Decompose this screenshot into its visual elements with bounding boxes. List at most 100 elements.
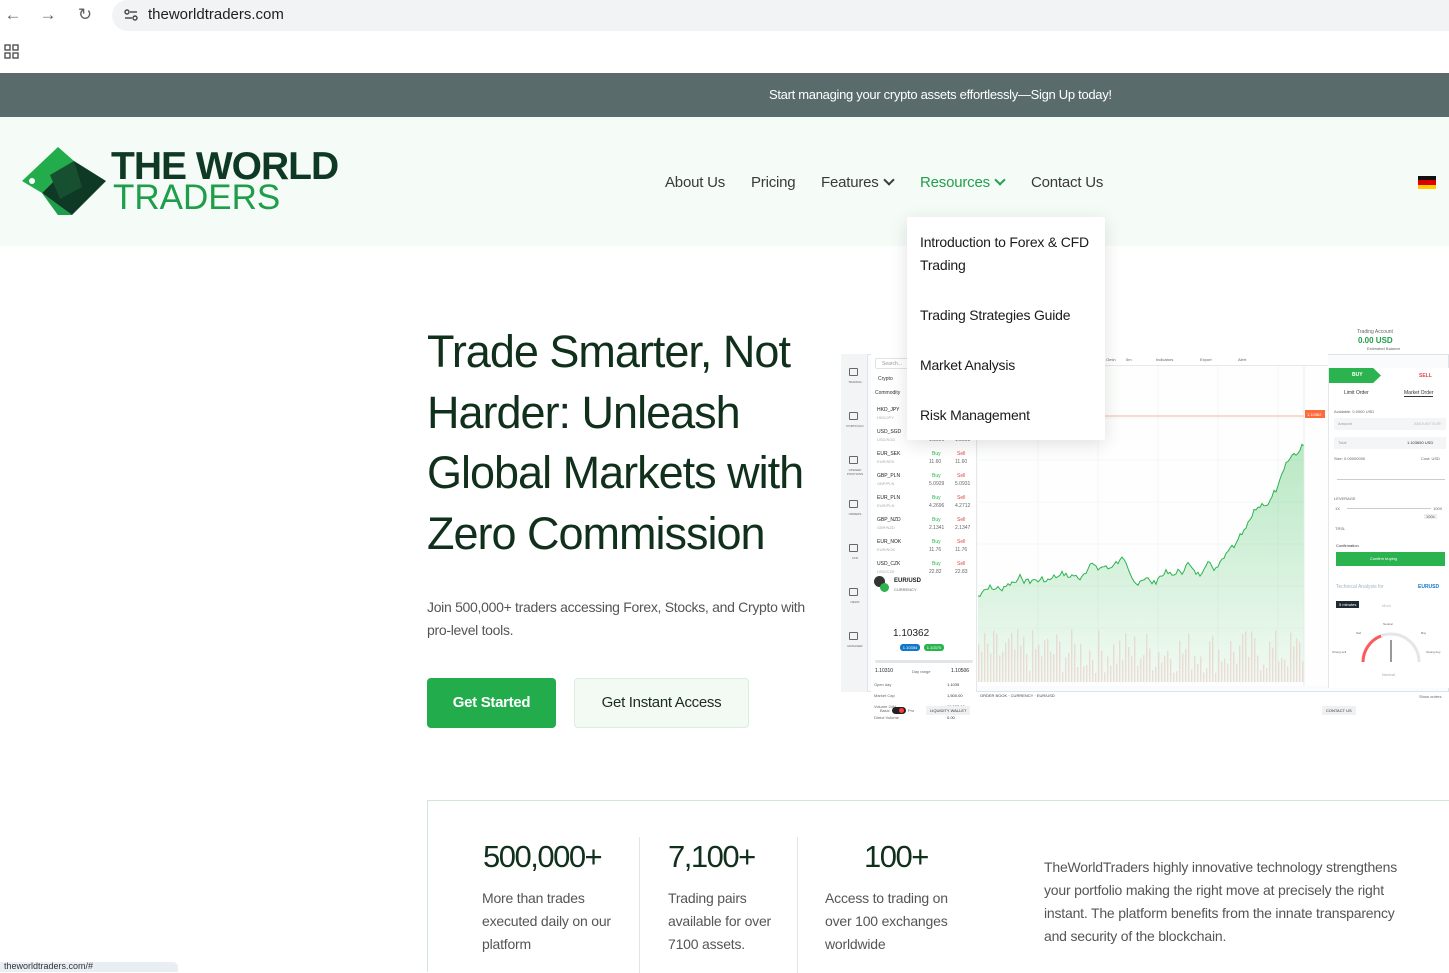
contact-us-button[interactable]: CONTACT US <box>1322 706 1356 715</box>
nav-pricing[interactable]: Pricing <box>751 174 796 191</box>
address-bar[interactable]: theworldtraders.com <box>112 0 1449 31</box>
nav-contact[interactable]: Contact Us <box>1031 174 1103 191</box>
logo-diamond-icon[interactable] <box>20 145 108 217</box>
get-instant-access-button[interactable]: Get Instant Access <box>574 678 749 728</box>
chart-toolbar-item[interactable]: Indicators <box>1156 357 1173 362</box>
pair-row[interactable]: EUR_SEK EUR/SEK Buy Sell 11.60 11.60 <box>871 450 977 470</box>
pair-buy-label[interactable]: Buy <box>932 473 941 479</box>
market-order-tab[interactable]: Market Order <box>1404 390 1434 397</box>
chart-toolbar-item[interactable]: 5m <box>1126 357 1132 362</box>
chart-price-tag: 1.10362 <box>1307 412 1322 417</box>
chart-toolbar-item[interactable]: Alert <box>1238 357 1246 362</box>
sidebar-nav-label: ORDERS <box>848 512 862 516</box>
forward-icon[interactable]: → <box>37 4 59 26</box>
nav-resources[interactable]: Resources <box>920 174 1006 191</box>
amount-input[interactable]: Amount AMOUNT EUR <box>1334 418 1446 430</box>
pair-buy-price: 22.82 <box>929 569 942 575</box>
banner-text: Start managing your crypto assets effort… <box>769 87 1112 102</box>
hero-title: Trade Smarter, Not Harder: Unleash Globa… <box>427 326 804 559</box>
chart-toolbar-item[interactable]: Omin <box>1106 357 1116 362</box>
get-started-button[interactable]: Get Started <box>427 678 556 728</box>
dropdown-item-market-analysis[interactable]: Market Analysis <box>920 354 1090 377</box>
pair-name: USD_CZK <box>877 561 901 567</box>
pair-sub: EUR/SEK <box>877 459 895 464</box>
trsl-checkbox[interactable]: TRSL <box>1335 526 1345 531</box>
pair-buy-label[interactable]: Buy <box>932 517 941 523</box>
dropdown-item-risk-management[interactable]: Risk Management <box>920 404 1090 427</box>
sidebar-nav-icon[interactable] <box>849 544 858 552</box>
pair-sub: HKD/JPY <box>877 415 894 420</box>
language-flag-icon[interactable] <box>1418 176 1436 189</box>
pair-sell-price: 11.76 <box>955 547 968 553</box>
pair-sell-label[interactable]: Sell <box>957 495 965 501</box>
stats-description: TheWorldTraders highly innovative techno… <box>1044 859 1397 944</box>
pair-sell-label[interactable]: Sell <box>957 517 965 523</box>
tab-commodity[interactable]: Commodity <box>875 390 900 396</box>
pair-sell-label[interactable]: Sell <box>957 473 965 479</box>
total-input[interactable]: Total 1.103650 USD <box>1334 437 1446 449</box>
interval-5m-button[interactable]: 5 minutes <box>1336 601 1360 608</box>
pair-stat-value: 1,500.00 <box>947 693 963 698</box>
reload-icon[interactable]: ↻ <box>74 4 96 26</box>
pair-stat-label: Open day <box>874 682 892 687</box>
pair-row[interactable]: EUR_PLN EUR/PLN Buy Sell 4.2696 4.2712 <box>871 494 977 514</box>
order-buy-tab[interactable]: BUY <box>1329 368 1381 383</box>
pair-buy-label[interactable]: Buy <box>932 539 941 545</box>
chevron-down-icon <box>882 174 895 186</box>
pair-stat-value: 0.00 <box>947 715 955 720</box>
pair-sub: EUR/NOK <box>877 547 896 552</box>
pair-sell-label[interactable]: Sell <box>957 539 965 545</box>
nav-about[interactable]: About Us <box>665 174 725 191</box>
stats-section: 500,000+ More than trades executed daily… <box>427 800 1449 973</box>
pair-row[interactable]: GBP_NZD GBP/NZD Buy Sell 2.1341 2.1347 <box>871 516 977 536</box>
pair-buy-price: 2.1341 <box>929 525 945 531</box>
stat-text: More than trades executed daily on our p… <box>482 890 611 952</box>
limit-order-tab[interactable]: Limit Order <box>1344 390 1369 396</box>
sidebar-nav-label: MANAGER <box>847 644 863 648</box>
stat-text: Access to trading on over 100 exchanges … <box>825 890 948 952</box>
amount-slider[interactable] <box>1337 479 1445 480</box>
hero-subtitle: Join 500,000+ traders accessing Forex, S… <box>427 599 805 638</box>
mode-toggle[interactable] <box>892 707 906 714</box>
stat-number: 500,000+ <box>483 839 603 874</box>
sidebar-nav-icon[interactable] <box>849 412 858 420</box>
order-sell-tab[interactable]: SELL <box>1419 373 1432 379</box>
sidebar-nav-icon[interactable] <box>849 368 858 376</box>
tab-crypto[interactable]: Crypto <box>878 376 893 382</box>
bottom-tabs[interactable]: ORDER BOOK · CURRENCY · EUR/USD <box>980 693 1055 698</box>
sidebar-nav-label: NEWS <box>850 600 860 604</box>
pair-name: USD_SGD <box>877 429 902 435</box>
pair-stat-row: Direct Volume 0.00 <box>871 715 977 725</box>
nav-features[interactable]: Features <box>821 174 895 191</box>
technical-gauge <box>1361 632 1421 663</box>
announcement-banner[interactable]: Start managing your crypto assets effort… <box>0 73 1449 117</box>
pair-sell-label[interactable]: Sell <box>957 561 965 567</box>
pair-sell-price: 5.0931 <box>955 481 971 487</box>
pair-row[interactable]: USD_CZK USD/CZK Buy Sell 22.82 22.83 <box>871 560 977 580</box>
status-bar-url: theworldtraders.com/# <box>0 962 178 972</box>
confirm-buying-button[interactable]: Confirm buying <box>1336 552 1445 566</box>
chart-toolbar-item[interactable]: Export <box>1200 357 1212 362</box>
dropdown-item-intro-forex[interactable]: Introduction to Forex & CFD Trading <box>920 231 1090 277</box>
back-icon[interactable]: ← <box>2 4 24 26</box>
apps-grid-icon[interactable] <box>4 44 19 59</box>
pair-stat-label: Market Cap <box>874 693 895 698</box>
leverage-slider[interactable] <box>1347 508 1431 509</box>
pair-buy-label[interactable]: Buy <box>932 561 941 567</box>
sidebar-nav-label: TRADING <box>848 380 862 384</box>
pair-buy-label[interactable]: Buy <box>932 451 941 457</box>
sidebar-nav-label: PORTFOLIO <box>846 424 864 428</box>
sidebar-nav-icon[interactable] <box>849 632 858 640</box>
liquidity-wallet-button[interactable]: LIQUIDITY WALLET <box>926 706 971 715</box>
sidebar-nav-icon[interactable] <box>849 500 858 508</box>
pair-row[interactable]: GBP_PLN GBP/PLN Buy Sell 5.0929 5.0931 <box>871 472 977 492</box>
dropdown-item-strategies[interactable]: Trading Strategies Guide <box>920 304 1090 327</box>
pair-row[interactable]: EUR_NOK EUR/NOK Buy Sell 11.76 11.76 <box>871 538 977 558</box>
logo-text-bottom[interactable]: TRADERS <box>113 178 280 218</box>
sidebar-nav-icon[interactable] <box>849 588 858 596</box>
pair-sell-label[interactable]: Sell <box>957 451 965 457</box>
browser-chrome: ← → ↻ theworldtraders.com <box>0 0 1449 73</box>
sidebar-nav-icon[interactable] <box>849 456 858 464</box>
site-settings-icon[interactable] <box>122 6 140 24</box>
pair-buy-label[interactable]: Buy <box>932 495 941 501</box>
